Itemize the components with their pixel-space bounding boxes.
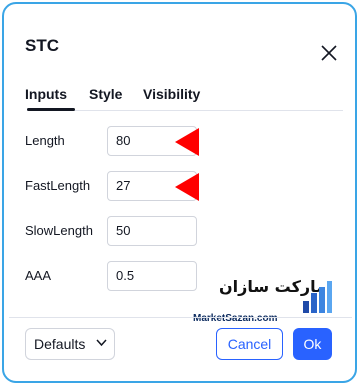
- indicator-settings-dialog: STC Inputs Style Visibility Length 80 Fa…: [9, 9, 352, 378]
- ok-button[interactable]: Ok: [293, 328, 332, 360]
- tab-style[interactable]: Style: [89, 86, 122, 102]
- tab-bar: Inputs Style Visibility: [9, 82, 352, 114]
- footer-divider: [9, 317, 352, 318]
- dialog-title: STC: [25, 36, 59, 55]
- aaa-input[interactable]: 0.5: [107, 261, 197, 291]
- watermark: مارکت سازان MarketSazan.com: [193, 277, 333, 331]
- aaa-label: AAA: [25, 268, 52, 283]
- tab-inputs[interactable]: Inputs: [25, 86, 67, 102]
- fastlength-label: FastLength: [25, 178, 91, 193]
- slowlength-label: SlowLength: [25, 223, 93, 238]
- slowlength-input[interactable]: 50: [107, 216, 197, 246]
- annotation-arrow-icon: [175, 128, 199, 156]
- defaults-label: Defaults: [34, 336, 86, 352]
- active-tab-indicator: [27, 108, 75, 111]
- chevron-down-icon: [96, 339, 107, 347]
- defaults-dropdown[interactable]: Defaults: [25, 328, 115, 360]
- tab-visibility[interactable]: Visibility: [143, 86, 200, 102]
- annotation-arrow-icon: [175, 173, 199, 201]
- close-icon[interactable]: [319, 43, 339, 63]
- watermark-url: MarketSazan.com: [193, 313, 278, 324]
- cancel-button[interactable]: Cancel: [216, 328, 283, 360]
- length-label: Length: [25, 133, 65, 148]
- bar-chart-logo-icon: [303, 281, 332, 313]
